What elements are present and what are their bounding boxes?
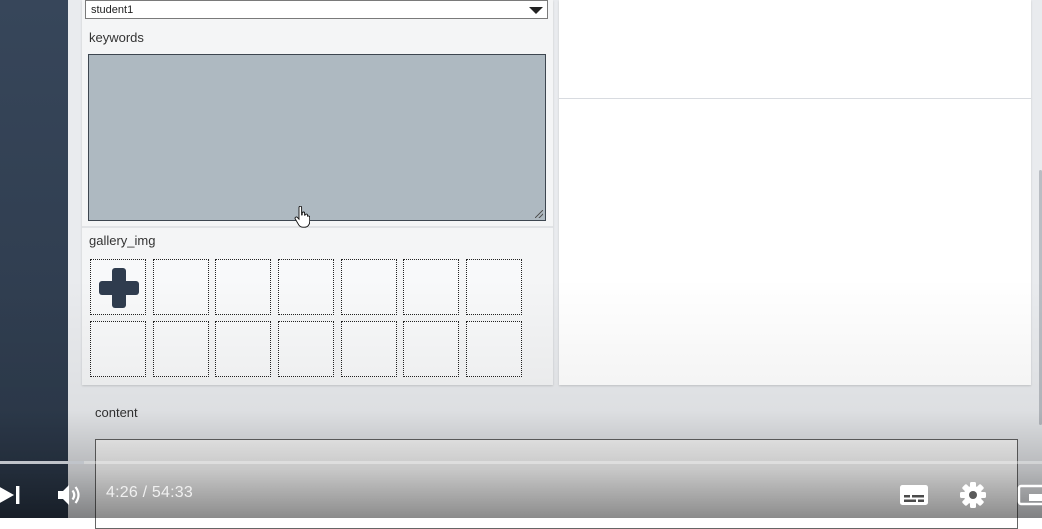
video-progress-fill <box>0 461 85 464</box>
gallery-slot[interactable] <box>466 259 523 315</box>
content-label: content <box>95 405 138 420</box>
volume-icon[interactable] <box>56 482 84 508</box>
gallery-slot[interactable] <box>466 321 523 377</box>
settings-icon[interactable] <box>959 481 987 509</box>
gallery-label: gallery_img <box>89 233 156 248</box>
video-time-display: 4:26 / 54:33 <box>106 484 193 501</box>
next-icon[interactable] <box>0 483 24 507</box>
gallery-slot[interactable] <box>403 259 460 315</box>
keywords-textarea[interactable] <box>88 54 546 221</box>
author-select[interactable]: student1 <box>85 0 548 19</box>
form-right-panel <box>559 0 1031 385</box>
gallery-slot[interactable] <box>215 259 272 315</box>
gallery-grid <box>90 259 530 381</box>
gallery-slot[interactable] <box>340 259 397 315</box>
gallery-slot[interactable] <box>215 321 272 377</box>
right-panel-divider <box>559 98 1031 99</box>
gallery-slot[interactable] <box>278 321 335 377</box>
video-progress-bar[interactable] <box>0 461 1042 464</box>
gallery-slot[interactable] <box>90 321 146 377</box>
author-select-value: student1 <box>91 4 134 16</box>
gallery-add-button[interactable] <box>90 259 146 315</box>
content-editor[interactable] <box>95 439 1018 529</box>
gallery-slot[interactable] <box>403 321 460 377</box>
gallery-slot[interactable] <box>278 259 335 315</box>
gallery-slot[interactable] <box>152 321 209 377</box>
left-sidebar-strip <box>0 0 68 518</box>
gallery-slot[interactable] <box>152 259 209 315</box>
subtitles-icon[interactable] <box>899 484 929 506</box>
resize-handle-icon[interactable] <box>535 210 543 218</box>
chevron-down-icon[interactable] <box>529 7 543 14</box>
section-divider <box>82 226 553 228</box>
form-left-panel: student1 keywords gallery_img <box>82 0 553 385</box>
plus-icon <box>99 268 139 308</box>
gallery-slot[interactable] <box>340 321 397 377</box>
miniplayer-icon[interactable] <box>1017 484 1042 506</box>
hand-cursor-icon <box>294 206 310 228</box>
keywords-label: keywords <box>89 30 144 45</box>
